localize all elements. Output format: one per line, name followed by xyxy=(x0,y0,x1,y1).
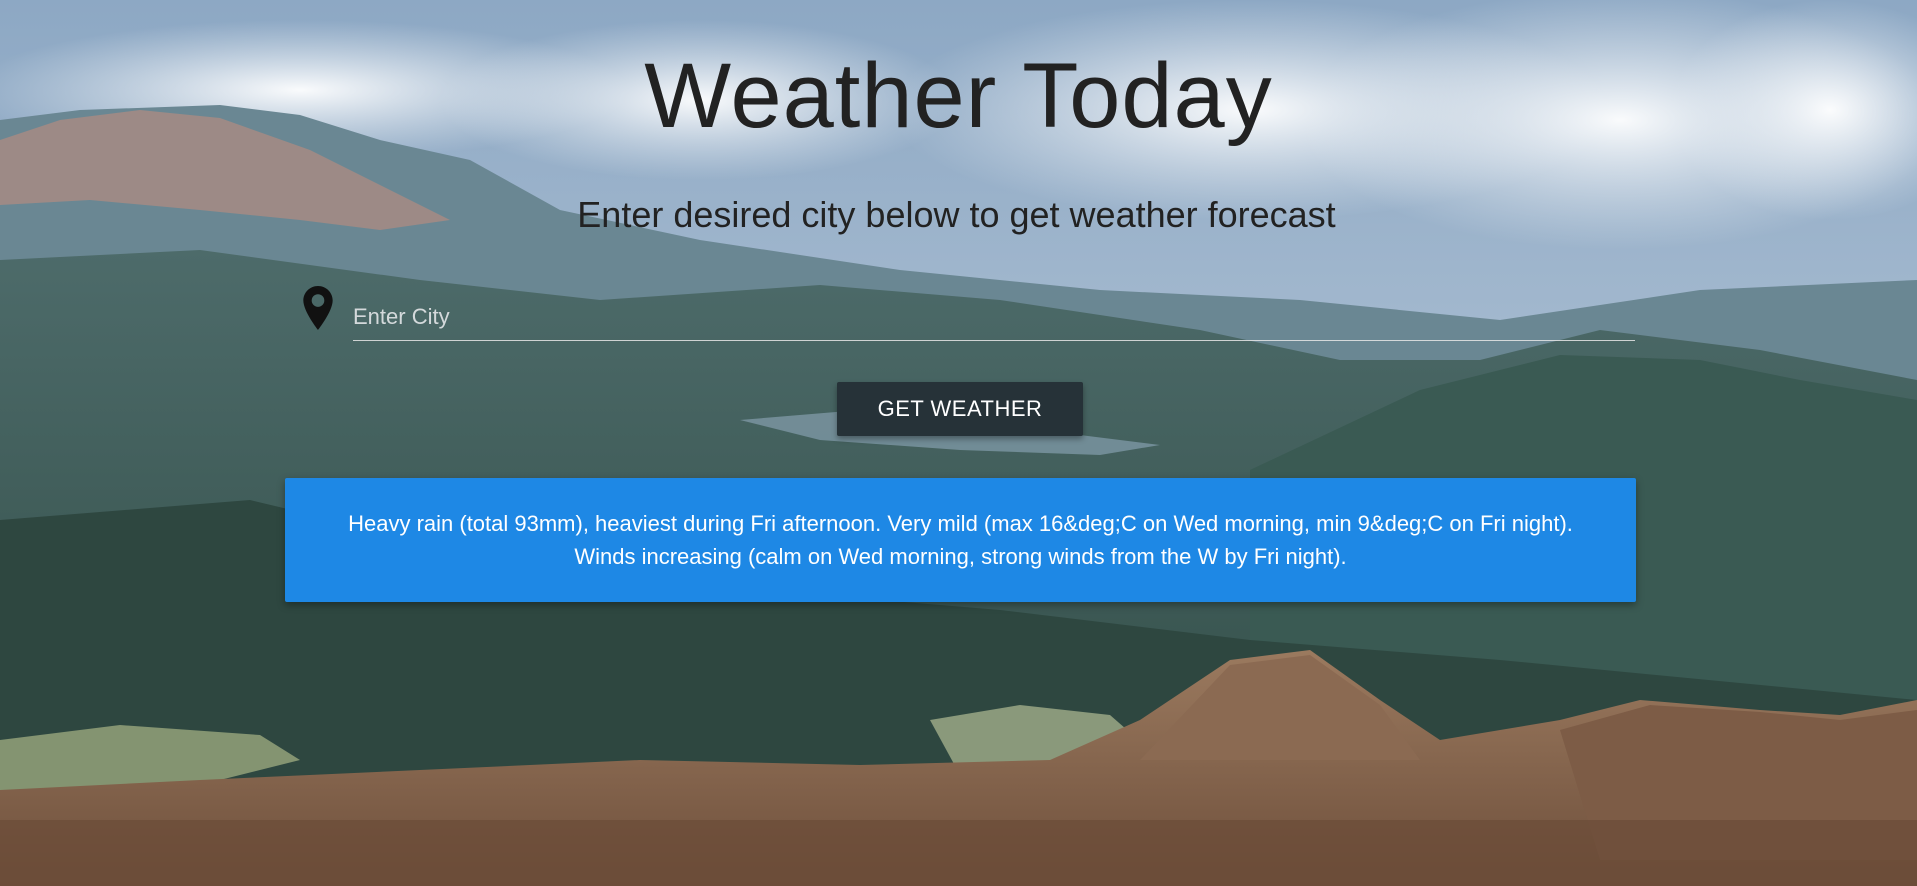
get-weather-button[interactable]: GET WEATHER xyxy=(837,382,1083,436)
forecast-line-1: Heavy rain (total 93mm), heaviest during… xyxy=(348,511,1573,536)
map-marker-icon xyxy=(300,286,336,330)
city-search-field xyxy=(300,284,1636,352)
forecast-result-card: Heavy rain (total 93mm), heaviest during… xyxy=(285,478,1636,602)
page-subtitle: Enter desired city below to get weather … xyxy=(577,194,1336,235)
forecast-line-2: Winds increasing (calm on Wed morning, s… xyxy=(574,544,1347,569)
page-title: Weather Today xyxy=(644,45,1273,147)
city-input[interactable] xyxy=(353,294,1635,341)
forecast-text: Heavy rain (total 93mm), heaviest during… xyxy=(321,507,1601,573)
